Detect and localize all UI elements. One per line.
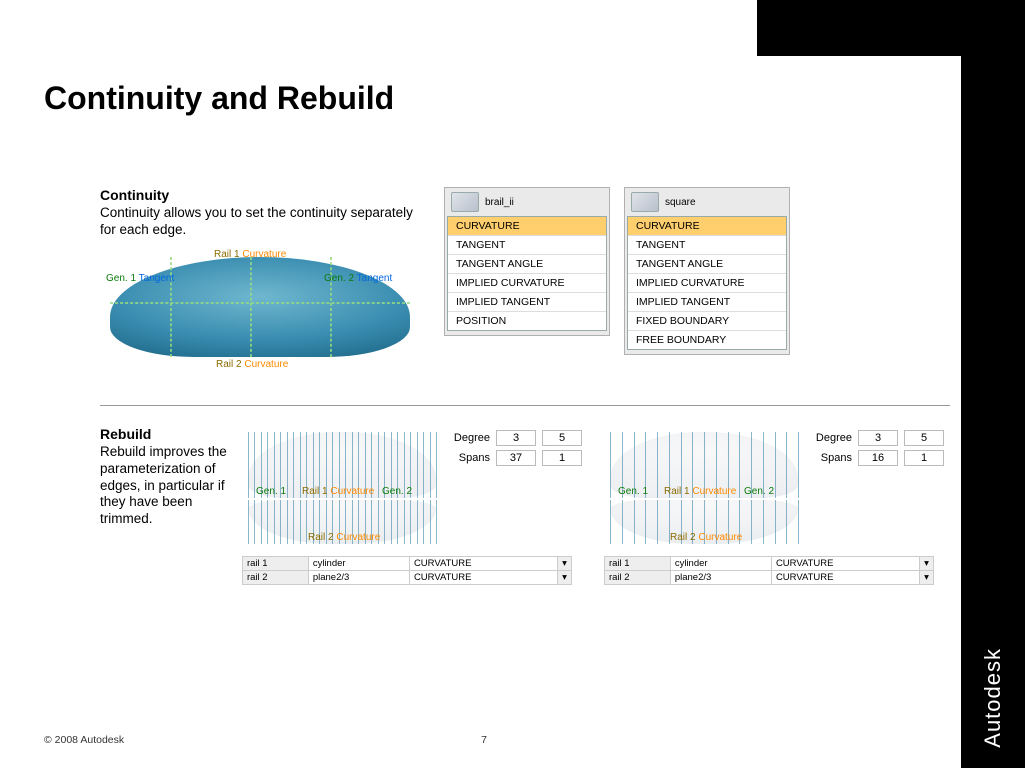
row-mode[interactable]: CURVATURE (409, 570, 557, 584)
row-name: rail 1 (605, 556, 671, 570)
menu1-item[interactable]: POSITION (448, 312, 606, 330)
label-spans: Spans (808, 452, 858, 464)
l-rail1: Rail 1 (302, 486, 328, 497)
label-gen2: Gen. 2 (324, 273, 354, 284)
continuity-illustration: Gen. 1 Tangent Rail 1 Curvature Gen. 2 T… (100, 247, 420, 377)
param-degree-right: Degree 3 5 (808, 430, 950, 446)
table-row: rail 2 plane2/3 CURVATURE ▾ (605, 570, 934, 584)
label-gen1-tangent: Tangent (139, 273, 175, 284)
rebuild-example-left: Gen. 1 Rail 1 Curvature Gen. 2 Rail 2 Cu… (242, 426, 592, 585)
section-divider (100, 405, 950, 406)
label-degree: Degree (446, 432, 496, 444)
degree-value-1[interactable]: 3 (496, 430, 536, 446)
degree-value-2[interactable]: 5 (542, 430, 582, 446)
menu2-item[interactable]: FREE BOUNDARY (628, 331, 786, 349)
menu2-item[interactable]: CURVATURE (628, 217, 786, 236)
menu1-item[interactable]: TANGENT ANGLE (448, 255, 606, 274)
row-name: rail 2 (605, 570, 671, 584)
spans-value-1[interactable]: 16 (858, 450, 898, 466)
r-curv: Curvature (692, 486, 736, 497)
continuity-body: Continuity allows you to set the continu… (100, 205, 430, 239)
l-curv: Curvature (330, 486, 374, 497)
spans-value-2[interactable]: 1 (542, 450, 582, 466)
label-spans: Spans (446, 452, 496, 464)
footer: © 2008 Autodesk 7 (44, 734, 924, 746)
dropdown-icon[interactable]: ▾ (920, 570, 934, 584)
degree-value-1[interactable]: 3 (858, 430, 898, 446)
label-degree: Degree (808, 432, 858, 444)
row-mode[interactable]: CURVATURE (771, 570, 919, 584)
row-surf[interactable]: plane2/3 (308, 570, 409, 584)
copyright: © 2008 Autodesk (44, 734, 124, 746)
spans-value-2[interactable]: 1 (904, 450, 944, 466)
label-rail2-curvature: Curvature (244, 359, 288, 370)
r-rail2-curv: Curvature (698, 532, 742, 543)
thumb-icon (451, 192, 479, 212)
rebuild-heading: Rebuild (100, 426, 230, 442)
label-rail2: Rail 2 (216, 359, 242, 370)
brand-logo-text: Autodesk (980, 648, 1006, 748)
label-rail1-curvature: Curvature (242, 249, 286, 260)
menu1-item[interactable]: CURVATURE (448, 217, 606, 236)
param-spans-right: Spans 16 1 (808, 450, 950, 466)
row-mode[interactable]: CURVATURE (771, 556, 919, 570)
row-name: rail 2 (243, 570, 309, 584)
table-row: rail 1 cylinder CURVATURE ▾ (605, 556, 934, 570)
rail-table-left: rail 1 cylinder CURVATURE ▾ rail 2 plane… (242, 556, 572, 585)
menu1-label: brail_ii (485, 197, 514, 208)
r-gen2: Gen. 2 (744, 486, 774, 497)
dropdown-icon[interactable]: ▾ (920, 556, 934, 570)
rebuild-section: Rebuild Rebuild improves the parameteriz… (100, 426, 950, 585)
rebuild-body: Rebuild improves the parameterization of… (100, 444, 230, 528)
slide-content: Continuity and Rebuild Continuity Contin… (44, 80, 944, 585)
rail-table-right: rail 1 cylinder CURVATURE ▾ rail 2 plane… (604, 556, 934, 585)
continuity-menu-2: square CURVATURE TANGENT TANGENT ANGLE I… (624, 187, 790, 355)
rebuild-example-right: Gen. 1 Rail 1 Curvature Gen. 2 Rail 2 Cu… (604, 426, 954, 585)
param-spans-left: Spans 37 1 (446, 450, 588, 466)
menu2-item[interactable]: FIXED BOUNDARY (628, 312, 786, 331)
l-gen2: Gen. 2 (382, 486, 412, 497)
row-surf[interactable]: cylinder (670, 556, 771, 570)
menu2-item[interactable]: TANGENT (628, 236, 786, 255)
menu1-item[interactable]: IMPLIED CURVATURE (448, 274, 606, 293)
label-rail1: Rail 1 (214, 249, 240, 260)
continuity-menu-1: brail_ii CURVATURE TANGENT TANGENT ANGLE… (444, 187, 610, 336)
degree-value-2[interactable]: 5 (904, 430, 944, 446)
r-rail1: Rail 1 (664, 486, 690, 497)
l-rail2-curv: Curvature (336, 532, 380, 543)
row-name: rail 1 (243, 556, 309, 570)
param-degree-left: Degree 3 5 (446, 430, 588, 446)
menu2-item[interactable]: IMPLIED TANGENT (628, 293, 786, 312)
r-gen1: Gen. 1 (618, 486, 648, 497)
thumb-icon (631, 192, 659, 212)
label-gen1: Gen. 1 (106, 273, 136, 284)
row-mode[interactable]: CURVATURE (409, 556, 557, 570)
spans-value-1[interactable]: 37 (496, 450, 536, 466)
r-rail2: Rail 2 (670, 532, 696, 543)
row-surf[interactable]: plane2/3 (670, 570, 771, 584)
page-title: Continuity and Rebuild (44, 80, 944, 117)
label-gen2-tangent: Tangent (357, 273, 393, 284)
l-rail2: Rail 2 (308, 532, 334, 543)
table-row: rail 2 plane2/3 CURVATURE ▾ (243, 570, 572, 584)
menu1-item[interactable]: TANGENT (448, 236, 606, 255)
menu2-item[interactable]: TANGENT ANGLE (628, 255, 786, 274)
brand-sidebar: Autodesk (961, 0, 1025, 768)
page-number: 7 (481, 734, 487, 746)
l-gen1: Gen. 1 (256, 486, 286, 497)
menu1-item[interactable]: IMPLIED TANGENT (448, 293, 606, 312)
continuity-section: Continuity Continuity allows you to set … (100, 187, 950, 377)
table-row: rail 1 cylinder CURVATURE ▾ (243, 556, 572, 570)
menu2-label: square (665, 197, 696, 208)
continuity-heading: Continuity (100, 187, 430, 203)
menu2-item[interactable]: IMPLIED CURVATURE (628, 274, 786, 293)
row-surf[interactable]: cylinder (308, 556, 409, 570)
dropdown-icon[interactable]: ▾ (558, 570, 572, 584)
dropdown-icon[interactable]: ▾ (558, 556, 572, 570)
